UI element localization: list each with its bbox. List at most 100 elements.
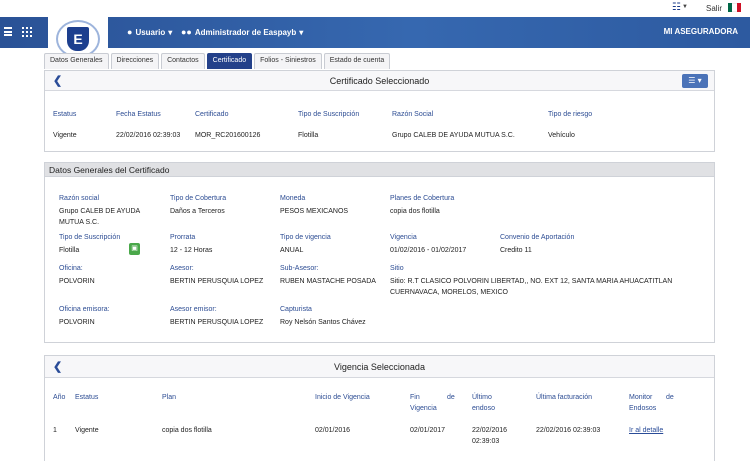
chevron-down-icon: ▾	[299, 27, 304, 37]
label: Oficina:	[59, 265, 83, 272]
apps-grid-icon[interactable]	[22, 27, 32, 37]
label: Sitio	[390, 265, 404, 272]
cell-fin: 02/01/2017	[410, 427, 446, 434]
col-header: de	[447, 394, 455, 401]
col-header: Fin	[410, 394, 420, 401]
col-header: Monitor	[629, 394, 653, 401]
cell-tipo-riesgo: Vehículo	[548, 132, 575, 139]
value: 12 - 12 Horas	[170, 247, 213, 254]
label: Tipo de Suscripción	[59, 234, 121, 241]
col-header: Año	[53, 394, 66, 401]
label: Moneda	[280, 195, 306, 202]
user-icon: ●	[127, 27, 133, 37]
col-header: Estatus	[75, 394, 99, 401]
tab-datos-generales[interactable]: Datos Generales	[44, 53, 109, 69]
col-header: Razón Social	[392, 111, 434, 118]
tab-estado-de-cuenta[interactable]: Estado de cuenta	[323, 53, 391, 69]
cell-fecha-estatus: 22/02/2016 02:39:03	[116, 132, 181, 139]
certificado-panel: ❮ Certificado Seleccionado ☰ ▾ Estatus F…	[44, 70, 715, 152]
cell-ultimo-endoso-time: 02:39:03	[472, 438, 500, 445]
logout-link[interactable]: Salir	[706, 4, 722, 13]
section-title: Datos Generales del Certificado	[45, 163, 714, 177]
cell-certificado: MOR_RC201600126	[195, 132, 261, 139]
cell-estatus: Vigente	[53, 132, 77, 139]
col-header: Último	[472, 394, 492, 401]
value: BERTIN PERUSQUIA LOPEZ	[170, 278, 264, 285]
admin-menu[interactable]: ●● Administrador de Easpayb ▾	[181, 27, 303, 37]
value: CUERNAVACA, MORELOS, MEXICO	[390, 289, 508, 296]
logo-shield-icon: E	[67, 27, 89, 51]
tab-certificado[interactable]: Certificado	[206, 53, 253, 69]
label: Planes de Cobertura	[390, 195, 455, 202]
label: Vigencia	[390, 234, 417, 241]
mexico-flag-icon	[728, 3, 741, 12]
main-nav: ● Usuario ▾ ●● Administrador de Easpayb …	[0, 17, 750, 48]
label: Tipo de vigencia	[280, 234, 331, 241]
value: ANUAL	[280, 247, 304, 254]
label: Capturista	[280, 306, 312, 313]
value: Grupo CALEB DE AYUDA	[59, 208, 141, 215]
col-header: Tipo de Suscripción	[298, 111, 360, 118]
label: Oficina emisora:	[59, 306, 110, 313]
value: RUBEN MASTACHE POSADA	[280, 278, 376, 285]
value: 01/02/2016 - 01/02/2017	[390, 247, 467, 254]
label: Razón social	[59, 195, 100, 202]
cell-tipo-suscripcion: Flotilla	[298, 132, 319, 139]
col-header: Certificado	[195, 111, 229, 118]
tab-contactos[interactable]: Contactos	[161, 53, 205, 69]
users-icon: ●●	[181, 27, 192, 37]
detalle-link[interactable]: Ir al detalle	[629, 427, 663, 434]
tab-direcciones[interactable]: Direcciones	[110, 53, 160, 69]
col-header: Tipo de riesgo	[548, 111, 593, 118]
cell-inicio: 02/01/2016	[315, 427, 351, 434]
value: copia dos flotilla	[390, 208, 440, 215]
value: POLVORIN	[59, 278, 95, 285]
col-header: endoso	[472, 405, 495, 412]
cell-plan: copia dos flotilla	[162, 427, 212, 434]
col-header: Fecha Estatus	[116, 111, 161, 118]
brand-name: MI ASEGURADORA	[663, 27, 738, 36]
value: Sitio: R.T CLASICO POLVORIN LIBERTAD,, N…	[390, 278, 673, 285]
label: Tipo de Cobertura	[170, 195, 227, 202]
value: POLVORIN	[59, 319, 95, 326]
label: Convenio de Aportación	[500, 234, 575, 241]
value: Flotilla	[59, 247, 80, 254]
cell-ultima-facturacion: 22/02/2016 02:39:03	[536, 427, 601, 434]
clipboard-icon[interactable]: ▣	[129, 243, 140, 255]
col-header: de	[666, 394, 674, 401]
top-bar: ☷ ▼ Salir	[0, 0, 750, 17]
options-menu-button[interactable]: ☰ ▾	[682, 74, 708, 88]
document-icon[interactable]: ☷	[672, 3, 682, 13]
cell-ultimo-endoso: 22/02/2016	[472, 427, 508, 434]
value: Roy Nelsón Santos Chávez	[280, 319, 366, 326]
datos-generales-panel: Datos Generales del Certificado Razón so…	[44, 162, 715, 343]
admin-menu-label: Administrador de Easpayb	[194, 27, 297, 37]
col-header: Endosos	[629, 405, 657, 412]
tab-bar: Datos Generales Direcciones Contactos Ce…	[44, 53, 391, 69]
col-header: Estatus	[53, 111, 77, 118]
col-header: Inicio de Vigencia	[315, 394, 370, 401]
cell-anio: 1	[53, 427, 57, 434]
tab-folios-siniestros[interactable]: Folios - Siniestros	[254, 53, 322, 69]
user-menu-label: Usuario	[135, 27, 166, 37]
col-header: Última facturación	[536, 394, 593, 401]
chevron-down-icon: ▾	[168, 27, 173, 37]
cell-razon-social: Grupo CALEB DE AYUDA MUTUA S.C.	[392, 132, 515, 139]
value: PESOS MEXICANOS	[280, 208, 349, 215]
value: Credito 11	[500, 247, 532, 254]
chevron-down-icon[interactable]: ▼	[682, 4, 688, 10]
hamburger-menu-icon[interactable]	[4, 27, 12, 36]
col-header: Plan	[162, 394, 177, 401]
panel-title: Certificado Seleccionado	[329, 76, 430, 86]
value: MUTUA S.C.	[59, 219, 100, 226]
panel-title: Vigencia Seleccionada	[334, 362, 425, 372]
value: Daños a Terceros	[170, 208, 225, 215]
label: Asesor:	[170, 265, 194, 272]
label: Sub-Asesor:	[280, 265, 319, 272]
user-menu[interactable]: ● Usuario ▾	[127, 27, 172, 37]
label: Asesor emisor:	[170, 306, 217, 313]
col-header: Vigencia	[410, 405, 437, 412]
vigencia-panel: ❮ Vigencia Seleccionada Año Estatus Plan…	[44, 355, 715, 461]
value: BERTIN PERUSQUIA LOPEZ	[170, 319, 264, 326]
cell-estatus: Vigente	[75, 427, 99, 434]
